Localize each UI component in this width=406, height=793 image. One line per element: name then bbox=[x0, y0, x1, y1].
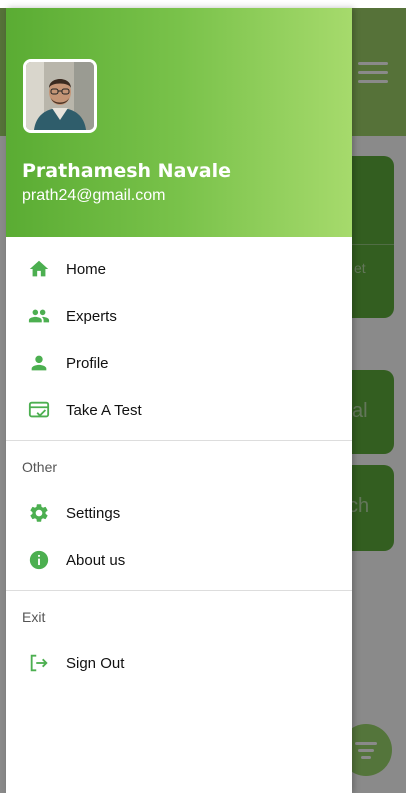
menu-item-label: Home bbox=[66, 260, 107, 278]
status-bar bbox=[0, 0, 406, 8]
menu-item-home[interactable]: Home bbox=[6, 247, 352, 291]
menu-item-take-a-test[interactable]: Take A Test bbox=[6, 388, 352, 432]
section-title-other: Other bbox=[22, 459, 58, 475]
user-email: prath24@gmail.com bbox=[22, 187, 166, 204]
menu-item-label: Settings bbox=[66, 504, 121, 522]
menu-item-experts[interactable]: Experts bbox=[6, 294, 352, 338]
menu-item-about-us[interactable]: About us bbox=[6, 538, 352, 582]
test-icon bbox=[28, 399, 50, 421]
gear-icon bbox=[28, 502, 50, 524]
section-title-exit: Exit bbox=[22, 609, 46, 625]
menu-item-label: About us bbox=[66, 551, 126, 569]
menu-item-settings[interactable]: Settings bbox=[6, 491, 352, 535]
person-icon bbox=[28, 352, 50, 374]
sign-out-icon bbox=[28, 652, 50, 674]
menu-item-label: Experts bbox=[66, 307, 117, 325]
app-screen: et al ch Prathamesh Navale prath24@gmail… bbox=[0, 0, 406, 793]
group-icon bbox=[28, 305, 50, 327]
navigation-drawer: Prathamesh Navale prath24@gmail.com Home… bbox=[6, 8, 352, 793]
menu-item-label: Sign Out bbox=[66, 654, 125, 672]
user-name: Prathamesh Navale bbox=[22, 160, 232, 182]
avatar[interactable] bbox=[23, 59, 97, 133]
home-icon bbox=[28, 258, 50, 280]
menu-item-sign-out[interactable]: Sign Out bbox=[6, 641, 352, 685]
menu-item-label: Profile bbox=[66, 354, 109, 372]
menu-item-label: Take A Test bbox=[66, 401, 142, 419]
drawer-header: Prathamesh Navale prath24@gmail.com bbox=[6, 8, 352, 237]
info-icon bbox=[28, 549, 50, 571]
section-divider bbox=[6, 440, 352, 441]
menu-item-profile[interactable]: Profile bbox=[6, 341, 352, 385]
section-divider bbox=[6, 590, 352, 591]
